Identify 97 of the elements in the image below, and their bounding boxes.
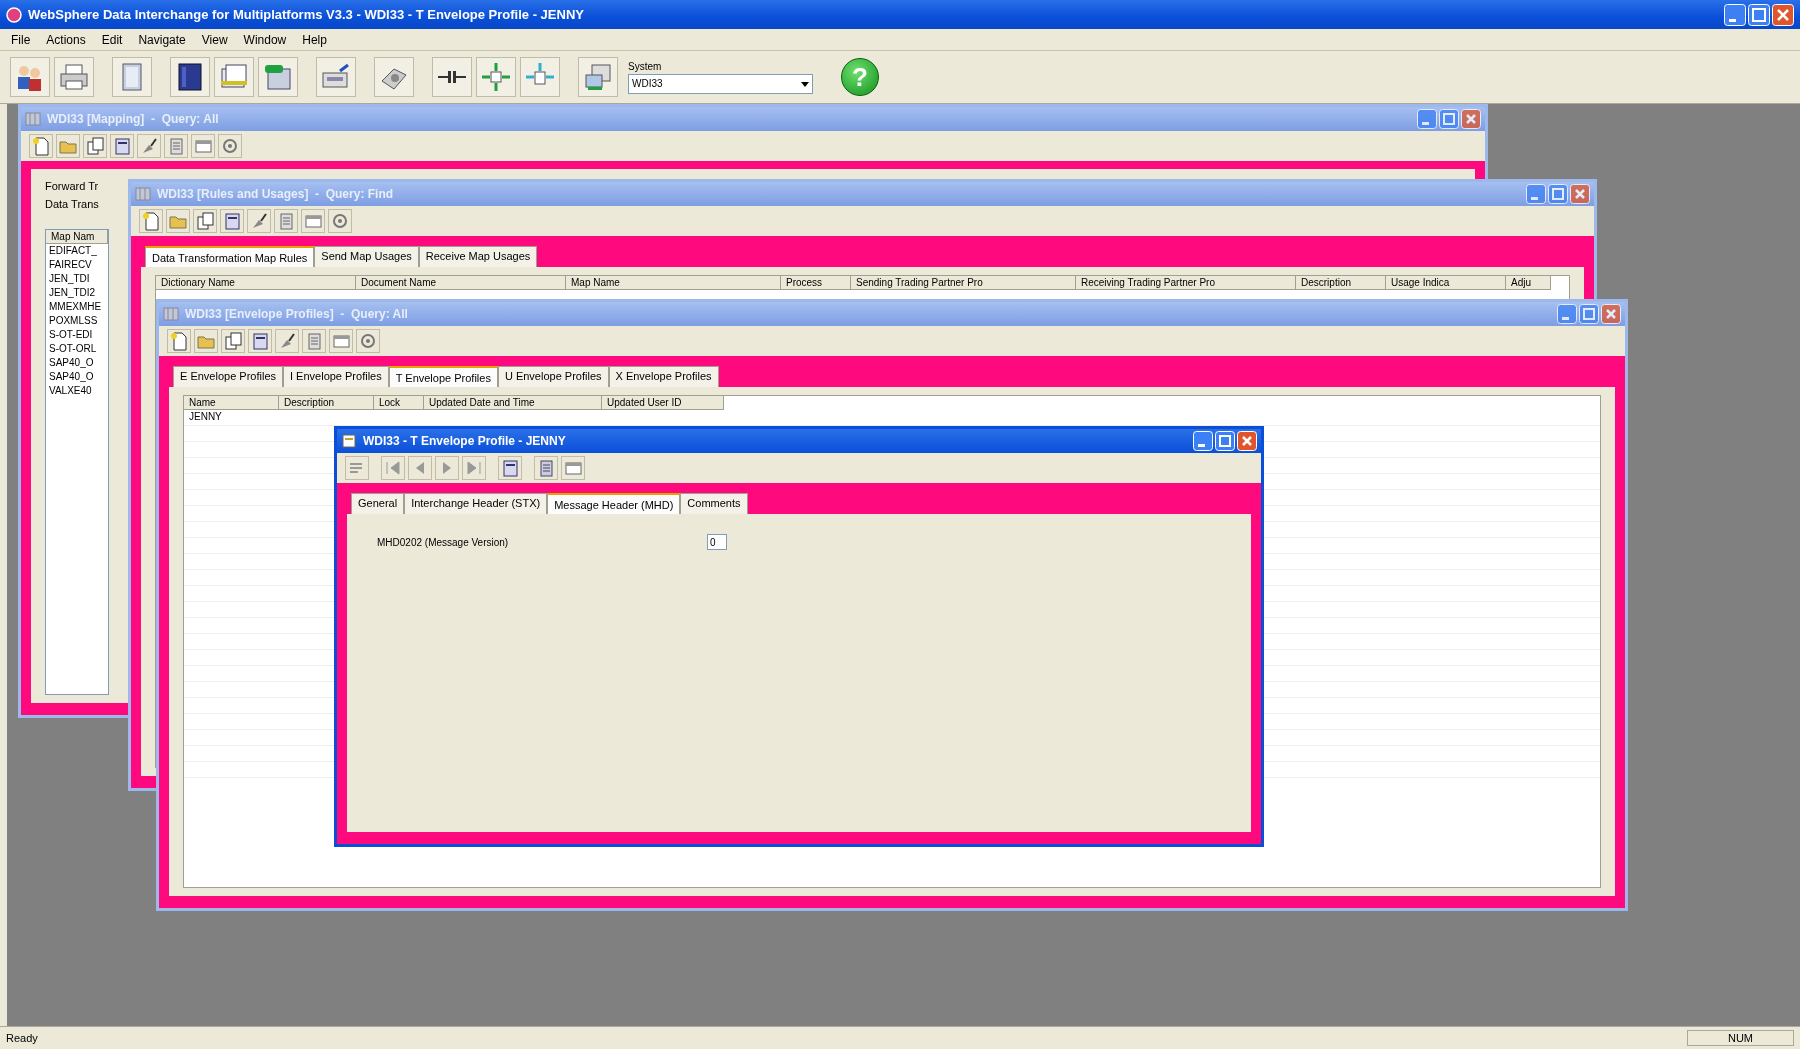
column-header[interactable]: Adju [1506, 276, 1551, 290]
window-title: WebSphere Data Interchange for Multiplatforms V3.3 - WDI33 - T Envelope Profile - JENNY [28, 7, 584, 22]
arrows-icon[interactable] [480, 61, 512, 93]
menu-item[interactable]: View [194, 30, 235, 49]
column-header[interactable]: Updated User ID [602, 396, 724, 410]
column-header[interactable]: Map Name [566, 276, 781, 290]
list-item[interactable]: VALXE40 [46, 384, 108, 398]
new-document-icon[interactable] [169, 331, 189, 351]
menu-item[interactable]: Navigate [131, 30, 193, 49]
tab[interactable]: E Envelope Profiles [173, 366, 283, 387]
app-icon [6, 6, 22, 23]
maximize-button[interactable] [1215, 431, 1235, 451]
grid-icon [135, 187, 151, 201]
window-title: WDI33 [Envelope Profiles] - Query: All [185, 307, 408, 321]
new-document-icon[interactable] [141, 211, 161, 231]
tab[interactable]: Message Header (MHD) [547, 493, 681, 514]
tab[interactable]: Receive Map Usages [418, 246, 538, 267]
tab[interactable]: Send Map Usages [314, 246, 419, 267]
status-indicator: NUM [1686, 1030, 1794, 1046]
copy-icon[interactable] [195, 211, 215, 231]
column-header[interactable]: Dictionary Name [156, 276, 356, 290]
input-field[interactable]: 0 [707, 534, 727, 550]
field-label: MHD0202 (Message Version) [377, 536, 510, 548]
menu-item[interactable]: File [4, 30, 38, 49]
tab[interactable]: U Envelope Profiles [497, 366, 609, 387]
status-message: Ready [6, 1032, 38, 1044]
window-title: WDI33 - T Envelope Profile - JENNY [363, 434, 566, 448]
copy-icon[interactable] [223, 331, 243, 351]
close-button[interactable] [1772, 3, 1794, 26]
close-button[interactable] [1461, 109, 1481, 129]
tab[interactable]: I Envelope Profiles [283, 366, 389, 387]
minimize-button[interactable] [1193, 431, 1213, 451]
label: Data Trans [45, 197, 99, 212]
column-header[interactable]: Name [184, 396, 279, 410]
tab[interactable]: Comments [680, 493, 748, 514]
tab[interactable]: T Envelope Profiles [388, 366, 498, 387]
list-item[interactable]: MMEXMHE [46, 300, 108, 314]
maximize-button[interactable] [1748, 3, 1770, 26]
document-icon[interactable] [112, 136, 132, 156]
minimize-button[interactable] [1557, 304, 1577, 324]
list-item[interactable]: SAP40_O [46, 356, 108, 370]
document-icon [341, 434, 357, 448]
document-icon[interactable] [500, 458, 520, 478]
maximize-button[interactable] [1579, 304, 1599, 324]
close-button[interactable] [1237, 431, 1257, 451]
column-header[interactable]: Updated Date and Time [424, 396, 602, 410]
list-item[interactable]: S-OT-EDI [46, 328, 108, 342]
minimize-button[interactable] [1724, 3, 1746, 26]
column-header[interactable]: Process [781, 276, 851, 290]
target-icon[interactable] [220, 136, 240, 156]
list-item[interactable]: POXMLSS [46, 314, 108, 328]
tab[interactable]: General [351, 493, 405, 514]
computer-icon[interactable] [582, 61, 614, 93]
tab[interactable]: Data Transformation Map Rules [145, 246, 315, 267]
list-item[interactable]: JEN_TDI2 [46, 286, 108, 300]
minimize-button[interactable] [1417, 109, 1437, 129]
column-header[interactable]: Map Nam [46, 230, 108, 244]
target-icon[interactable] [330, 211, 350, 231]
window-title: WDI33 [Rules and Usages] - Query: Find [157, 187, 394, 201]
grid-icon [163, 307, 179, 321]
menu-item[interactable]: Actions [39, 30, 93, 49]
system-dropdown[interactable]: WDI33 [628, 73, 813, 94]
tab[interactable]: Interchange Header (STX) [404, 493, 548, 514]
grid-icon [25, 112, 41, 126]
maximize-button[interactable] [1548, 184, 1568, 204]
list-item[interactable]: S-OT-ORL [46, 342, 108, 356]
new-document-icon[interactable] [31, 136, 51, 156]
list-item[interactable]: SAP40_O [46, 370, 108, 384]
target-icon[interactable] [358, 331, 378, 351]
first-record-icon[interactable] [383, 458, 403, 478]
label: Forward Tr [45, 179, 99, 194]
column-header[interactable]: Document Name [356, 276, 566, 290]
menu-item[interactable]: Help [295, 30, 334, 49]
column-header[interactable]: Lock [374, 396, 424, 410]
printer-icon[interactable] [58, 61, 90, 93]
column-header[interactable]: Description [1296, 276, 1386, 290]
list-item[interactable]: EDIFACT_ [46, 244, 108, 258]
minimize-button[interactable] [1526, 184, 1546, 204]
system-label: System [628, 60, 663, 72]
document-icon[interactable] [222, 211, 242, 231]
menu-item[interactable]: Edit [94, 30, 130, 49]
close-button[interactable] [1570, 184, 1590, 204]
column-header[interactable]: Sending Trading Partner Pro [851, 276, 1076, 290]
close-button[interactable] [1601, 304, 1621, 324]
menu-item[interactable]: Window [236, 30, 294, 49]
tab[interactable]: X Envelope Profiles [608, 366, 719, 387]
copy-icon[interactable] [85, 136, 105, 156]
list-item[interactable]: JEN_TDI [46, 272, 108, 286]
maximize-button[interactable] [1439, 109, 1459, 129]
document-icon[interactable] [250, 331, 270, 351]
list-item[interactable]: FAIRECV [46, 258, 108, 272]
last-record-icon[interactable] [464, 458, 484, 478]
column-header[interactable]: Receiving Trading Partner Pro [1076, 276, 1296, 290]
column-header[interactable]: Usage Indica [1386, 276, 1506, 290]
column-header[interactable]: Description [279, 396, 374, 410]
window-title: WDI33 [Mapping] - Query: All [47, 112, 219, 126]
table-cell-text: JENNY [188, 410, 223, 424]
